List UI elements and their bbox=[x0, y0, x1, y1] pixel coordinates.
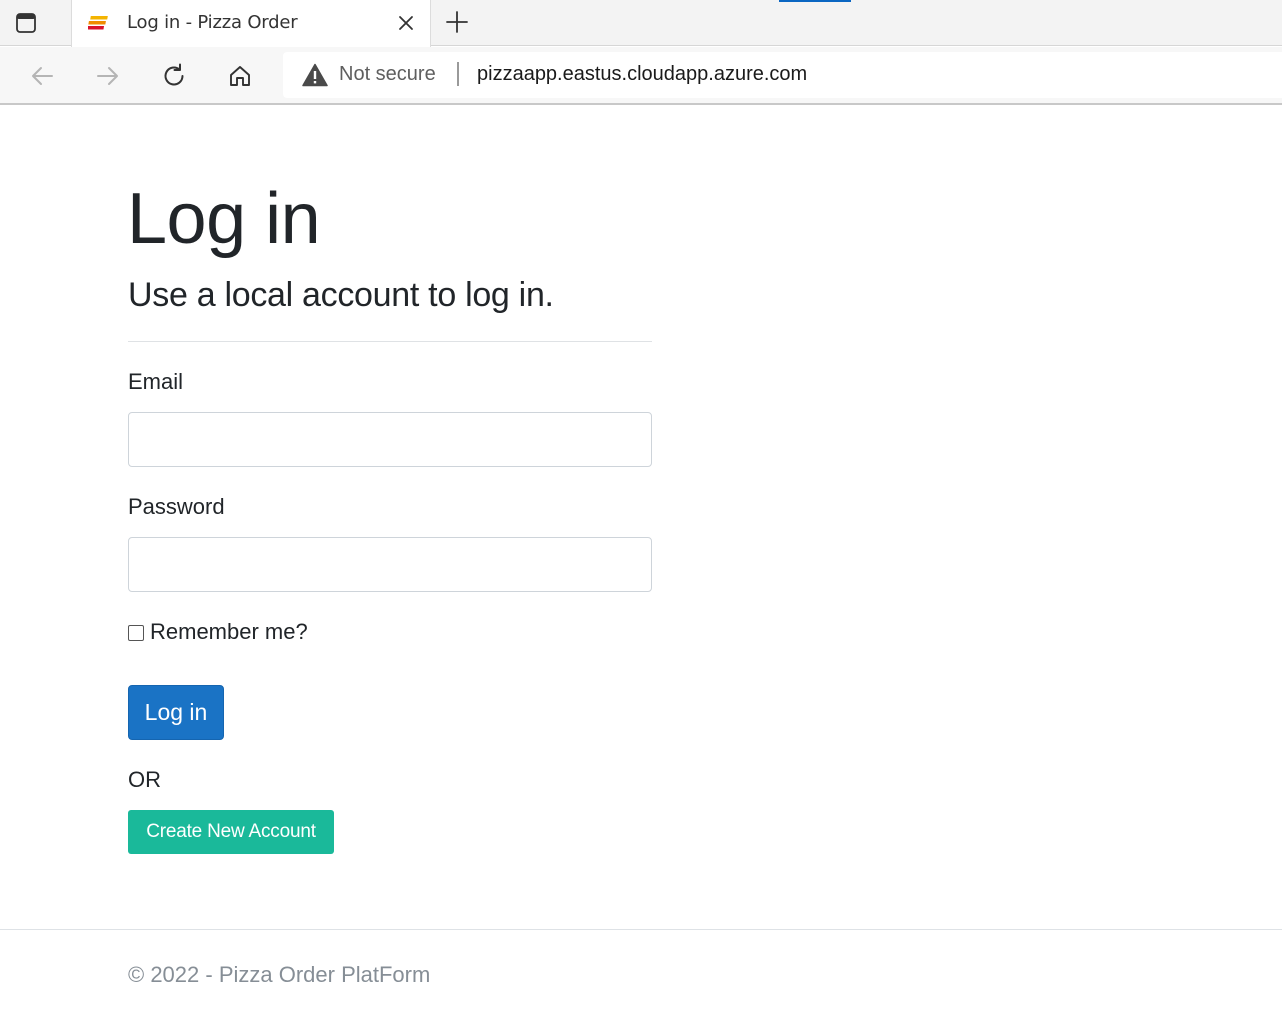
forward-arrow-icon[interactable] bbox=[91, 59, 125, 93]
password-field[interactable] bbox=[128, 537, 652, 592]
remember-me-checkbox[interactable] bbox=[128, 624, 144, 641]
login-button[interactable]: Log in bbox=[128, 685, 224, 740]
divider bbox=[128, 341, 652, 342]
page-subtitle: Use a local account to log in. bbox=[128, 276, 554, 314]
home-icon[interactable] bbox=[223, 59, 257, 93]
remember-me-row: Remember me? bbox=[128, 619, 308, 645]
email-label: Email bbox=[128, 369, 184, 394]
address-bar[interactable]: Not secure pizzaapp.eastus.cloudapp.azur… bbox=[283, 52, 1282, 98]
favicon-icon bbox=[86, 15, 110, 31]
tab-accent-line bbox=[779, 0, 851, 2]
footer-copyright: © 2022 - Pizza Order PlatForm bbox=[128, 962, 431, 987]
remember-me-label[interactable]: Remember me? bbox=[150, 619, 308, 645]
footer-divider bbox=[0, 929, 1282, 930]
security-label[interactable]: Not secure bbox=[339, 63, 436, 86]
url-text[interactable]: pizzaapp.eastus.cloudapp.azure.com bbox=[477, 63, 807, 86]
or-text: OR bbox=[128, 767, 161, 792]
plus-icon[interactable] bbox=[444, 9, 470, 35]
page-title: Log in bbox=[127, 179, 321, 259]
browser-tab-active[interactable]: Log in - Pizza Order bbox=[71, 0, 431, 47]
back-arrow-icon[interactable] bbox=[25, 59, 59, 93]
tab-actions-icon[interactable] bbox=[14, 11, 38, 35]
close-icon[interactable] bbox=[396, 13, 416, 33]
tab-title: Log in - Pizza Order bbox=[127, 12, 298, 33]
browser-toolbar: Not secure pizzaapp.eastus.cloudapp.azur… bbox=[0, 47, 1282, 105]
password-label: Password bbox=[128, 494, 225, 519]
email-field[interactable] bbox=[128, 412, 652, 467]
warning-icon[interactable] bbox=[302, 63, 328, 87]
address-separator bbox=[457, 62, 459, 86]
refresh-icon[interactable] bbox=[157, 59, 191, 93]
browser-tabstrip: Log in - Pizza Order bbox=[0, 0, 1282, 47]
create-account-button[interactable]: Create New Account bbox=[128, 810, 334, 854]
